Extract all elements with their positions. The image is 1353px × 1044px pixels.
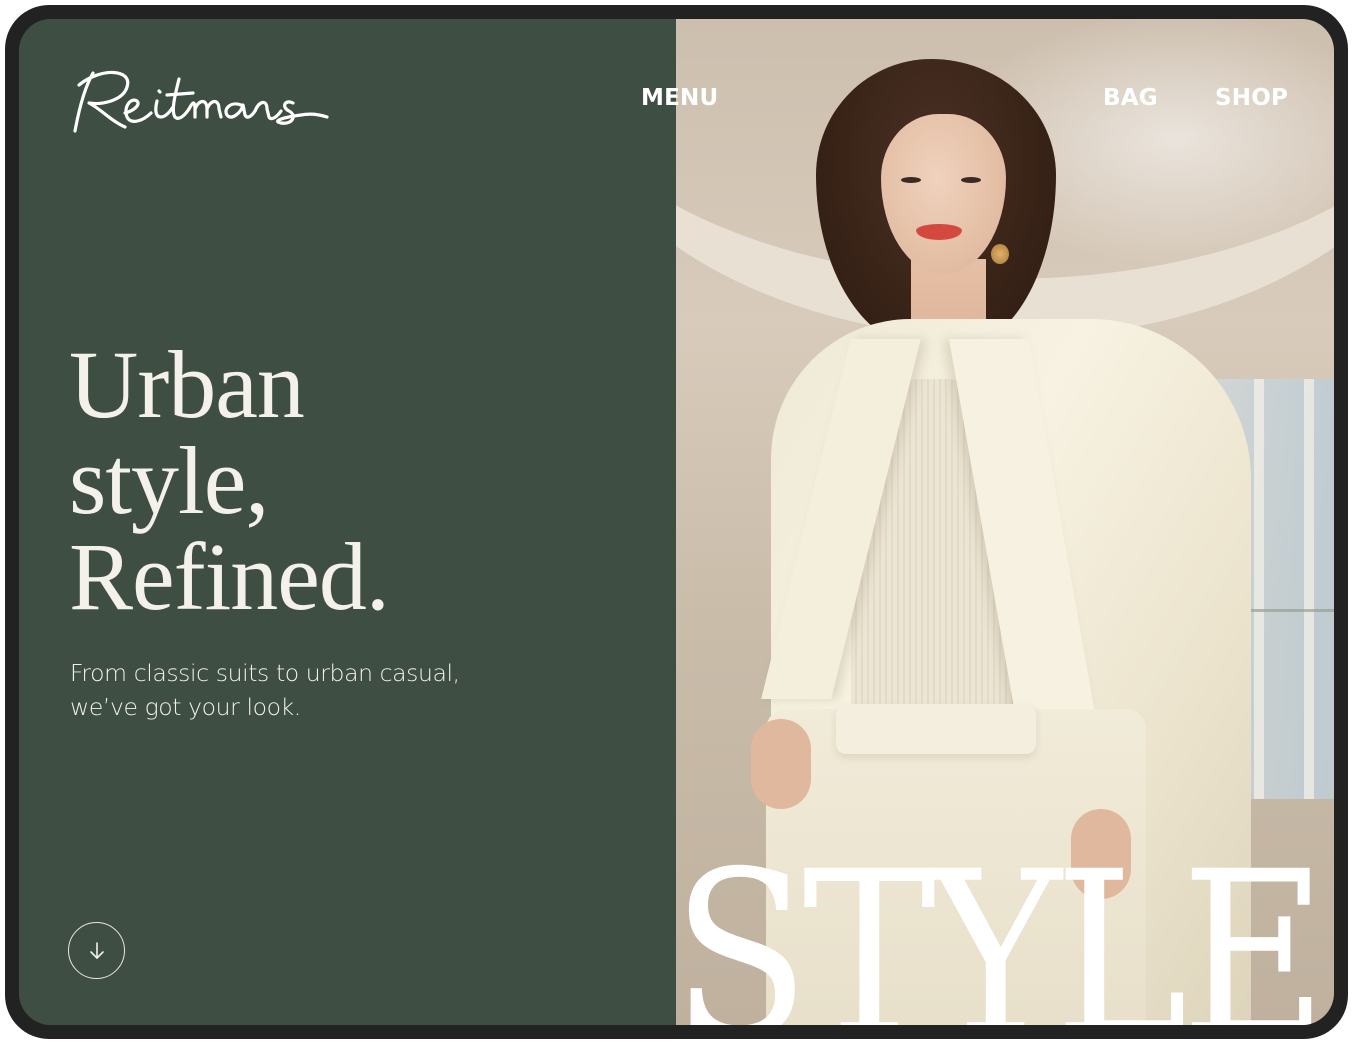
hero-title-line: Urban [69,331,305,438]
hero-subtitle-line: From classic suits to urban casual, [70,659,460,687]
hero-subtitle: From classic suits to urban casual, we’v… [70,656,510,724]
trousers-waistband [836,704,1036,754]
reitmans-logo[interactable] [71,65,331,137]
glass-rail [1244,609,1334,612]
model-earring [991,244,1009,264]
shop-link[interactable]: SHOP [1215,85,1288,111]
window-bar [1254,379,1264,799]
hero-title: Urban style, Refined. [69,331,390,630]
hero-title-line: style, [69,427,269,534]
screen: STYLE MENU BAG SHOP Urban style, Refined… [19,19,1334,1025]
device-frame: STYLE MENU BAG SHOP Urban style, Refined… [5,5,1348,1039]
scroll-down-button[interactable] [68,922,125,979]
arrow-down-icon [89,941,104,959]
style-overlay-word: STYLE [676,822,1327,1025]
bag-link[interactable]: BAG [1103,85,1158,111]
window-bar [1304,379,1314,799]
hero-photo: STYLE [676,19,1334,1025]
menu-button[interactable]: MENU [641,85,718,111]
model-hand [751,719,811,809]
model-eye [901,177,921,183]
hero-subtitle-line: we’ve got your look. [70,693,301,721]
hero-title-line: Refined. [69,523,390,630]
model-eye [961,177,981,183]
